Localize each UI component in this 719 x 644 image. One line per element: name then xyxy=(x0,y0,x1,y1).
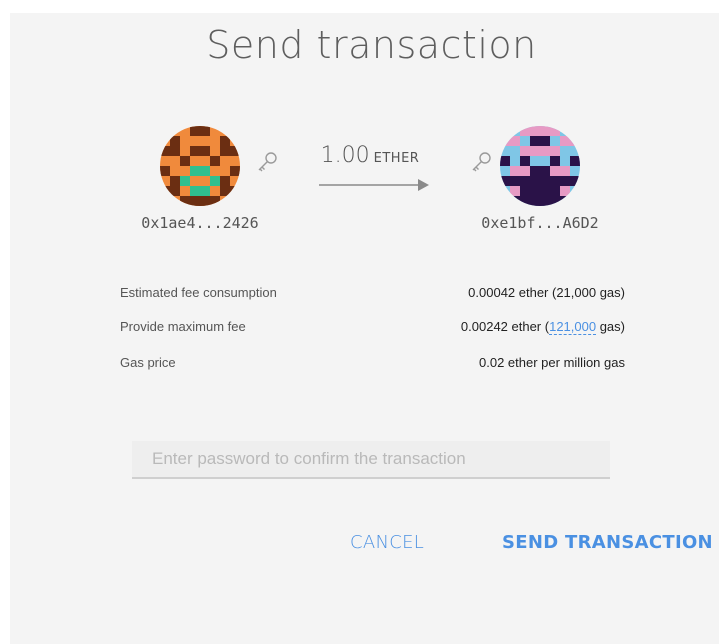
cancel-button[interactable]: CANCEL xyxy=(350,532,424,553)
estimated-fee-value: 0.00042 ether (21,000 gas) xyxy=(468,285,625,300)
gas-price-value: 0.02 ether per million gas xyxy=(479,355,625,370)
to-identicon-avatar xyxy=(500,126,580,206)
transaction-amount: 1.00 ETHER xyxy=(310,143,430,168)
maximum-fee-value: 0.00242 ether (121,000 gas) xyxy=(460,319,625,335)
maximum-fee-prefix: 0.00242 ether ( xyxy=(460,319,550,334)
gas-amount-link[interactable]: 121,000 xyxy=(549,319,597,335)
arrow-right-icon xyxy=(319,176,431,194)
estimated-fee-row: Estimated fee consumption 0.00042 ether … xyxy=(120,285,625,305)
gas-price-label: Gas price xyxy=(120,355,176,370)
maximum-fee-suffix: gas) xyxy=(596,319,625,334)
from-address: 0x1ae4...2426 xyxy=(141,214,259,232)
send-transaction-button[interactable]: SEND TRANSACTION xyxy=(502,532,713,553)
estimated-fee-label: Estimated fee consumption xyxy=(120,285,277,300)
gas-price-row: Gas price 0.02 ether per million gas xyxy=(120,355,625,375)
amount-unit: ETHER xyxy=(373,151,420,166)
maximum-fee-label: Provide maximum fee xyxy=(120,319,246,334)
dialog-title: Send transaction xyxy=(206,23,537,67)
to-address: 0xe1bf...A6D2 xyxy=(481,214,599,232)
key-icon xyxy=(470,150,494,174)
maximum-fee-row: Provide maximum fee 0.00242 ether (121,0… xyxy=(120,319,625,339)
send-transaction-dialog: Send transaction 0x1ae4...2426 1.00 ETHE… xyxy=(10,13,719,644)
key-icon xyxy=(256,150,280,174)
amount-value: 1.00 xyxy=(320,143,370,168)
password-input[interactable] xyxy=(132,441,610,479)
from-identicon-avatar xyxy=(160,126,240,206)
